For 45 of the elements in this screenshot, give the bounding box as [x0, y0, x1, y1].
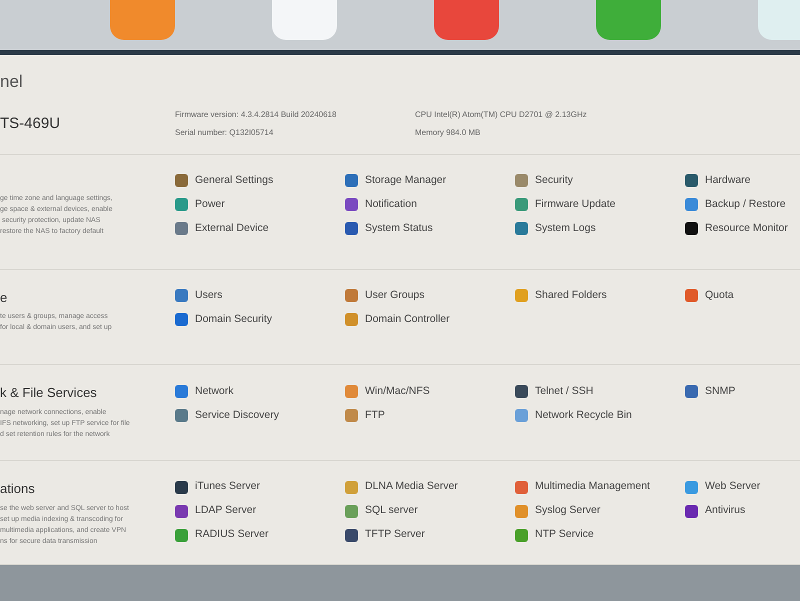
settings-item[interactable]: SQL server — [345, 499, 515, 524]
settings-item[interactable]: Users — [175, 284, 345, 308]
settings-item[interactable]: Telnet / SSH — [515, 379, 685, 404]
settings-item[interactable]: Backup / Restore — [685, 192, 800, 217]
device-info: Serial number: Q132I05714 — [175, 127, 274, 140]
settings-item[interactable]: Antivirus — [685, 499, 800, 524]
settings-item[interactable]: Power — [175, 192, 345, 217]
device-info: CPU Intel(R) Atom(TM) CPU D2701 @ 2.13GHz — [415, 109, 588, 122]
settings-item[interactable]: RADIUS Server — [175, 523, 345, 548]
settings-item[interactable]: DLNA Media Server — [345, 475, 515, 500]
settings-item[interactable]: Multimedia Management — [515, 475, 685, 500]
settings-item[interactable]: Storage Manager — [345, 168, 515, 193]
settings-item[interactable]: Notification — [345, 192, 515, 217]
settings-item[interactable]: Quota — [685, 284, 800, 308]
settings-item[interactable]: External Device — [175, 216, 345, 241]
settings-item[interactable]: Service Discovery — [175, 403, 345, 428]
settings-item[interactable]: Security — [515, 168, 685, 193]
settings-item[interactable]: SNMP — [685, 379, 800, 404]
settings-item[interactable]: Shared Folders — [515, 284, 685, 308]
settings-item[interactable]: User Groups — [345, 284, 515, 308]
settings-item[interactable]: Network — [175, 379, 345, 404]
window-title: nel — [0, 71, 24, 93]
section-title: ations — [0, 480, 36, 498]
device-model: TS-469U — [0, 114, 62, 134]
device-info: Firmware version: 4.3.4.2814 Build 20240618 — [175, 109, 338, 122]
device-info: Memory 984.0 MB — [415, 127, 482, 140]
settings-item[interactable]: TFTP Server — [345, 523, 515, 548]
settings-item[interactable]: FTP — [345, 403, 515, 428]
settings-item[interactable]: General Settings — [175, 168, 345, 193]
settings-item[interactable]: System Logs — [515, 216, 685, 241]
settings-item[interactable]: Web Server — [685, 475, 800, 500]
settings-item[interactable]: Hardware — [685, 168, 800, 193]
settings-item[interactable]: LDAP Server — [175, 499, 345, 524]
settings-item[interactable]: Firmware Update — [515, 192, 685, 217]
settings-item[interactable]: Resource Monitor — [685, 216, 800, 241]
section-title: k & File Services — [0, 384, 98, 402]
settings-item[interactable]: Domain Security — [175, 308, 345, 332]
settings-item[interactable]: iTunes Server — [175, 475, 345, 500]
settings-item[interactable]: System Status — [345, 216, 515, 241]
settings-item[interactable]: Win/Mac/NFS — [345, 379, 515, 404]
settings-item[interactable]: Syslog Server — [515, 499, 685, 524]
settings-item[interactable]: NTP Service — [515, 523, 685, 548]
settings-item[interactable]: Network Recycle Bin — [515, 403, 685, 428]
settings-item[interactable]: Domain Controller — [345, 308, 515, 332]
section-title: e — [0, 288, 8, 307]
